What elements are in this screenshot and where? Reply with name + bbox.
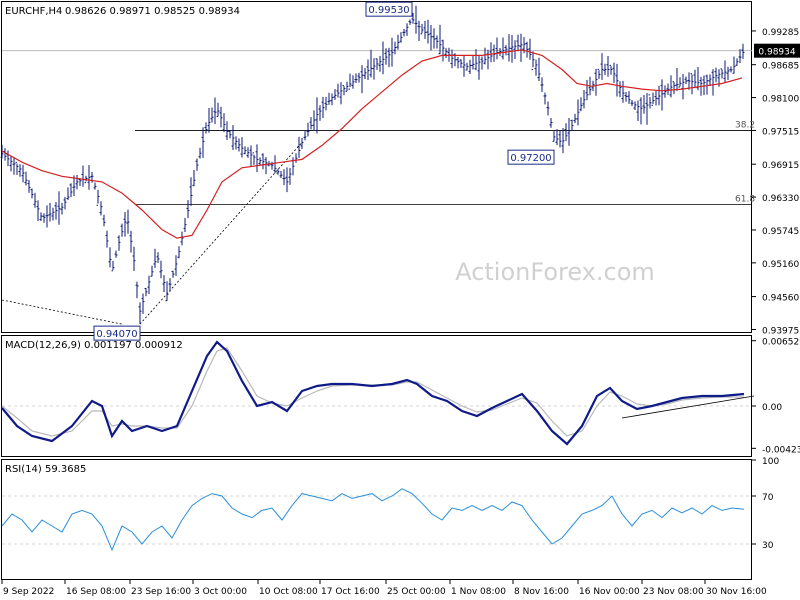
- price-ytick-label: 0.99285: [762, 28, 799, 38]
- price-ytick-label: 0.98685: [762, 62, 799, 72]
- watermark: ActionForex.com: [455, 258, 655, 286]
- x-tick-label: 8 Nov 16:00: [514, 587, 569, 597]
- macd-panel-frame: [1, 335, 752, 457]
- price-ytick-label: 0.96915: [762, 161, 799, 171]
- price-ytick-label: 0.94560: [762, 294, 799, 304]
- x-tick-label: 25 Oct 00:00: [387, 587, 446, 597]
- rsi-layer: [1, 488, 752, 552]
- price-layer: 38.2 61.8 0.99530 0.97200 0.94070: [0, 1, 755, 341]
- price-ytick-label: 0.95160: [762, 260, 799, 270]
- macd-header: MACD(12,26,9) 0.001197 0.000912: [5, 340, 183, 351]
- rsi-ytick-label: 30: [762, 541, 774, 551]
- macd-ytick-label: 0.00: [762, 403, 782, 413]
- rsi-line: [1, 488, 745, 552]
- x-tick-label: 10 Oct 08:00: [259, 587, 318, 597]
- annotation-label-0: 0.99530: [368, 5, 409, 16]
- macd-line: [1, 340, 745, 446]
- rsi-ytick-label: 70: [762, 493, 774, 503]
- fib-level-label-0: 38.2: [735, 120, 755, 130]
- macd-signal-line: [1, 347, 744, 437]
- x-tick-label: 16 Sep 08:00: [66, 587, 126, 597]
- rsi-header: RSI(14) 59.3685: [5, 464, 86, 475]
- symbol-label: EURCHF,H4: [5, 6, 62, 17]
- x-tick-label: 3 Oct 00:00: [194, 587, 247, 597]
- x-tick-label: 16 Nov 00:00: [579, 587, 640, 597]
- x-tick-label: 30 Nov 16:00: [706, 587, 767, 597]
- x-tick-label: 9 Sep 2022: [3, 587, 54, 597]
- macd-ytick-label: -0.004233: [762, 445, 800, 455]
- x-tick-label: 23 Sep 16:00: [131, 587, 191, 597]
- x-tick-label: 23 Nov 08:00: [643, 587, 704, 597]
- price-ytick-label: 0.98100: [762, 95, 799, 105]
- fib-level-label-1: 61.8: [735, 194, 755, 204]
- ohlc-readout: 0.98626 0.98971 0.98525 0.98934: [65, 6, 240, 17]
- chart-canvas: ActionForex.com 38.2 61.8 0.99530 0.97200 0.…: [0, 1, 800, 597]
- rsi-panel-frame: [1, 459, 752, 580]
- price-ytick-label: 0.96330: [762, 194, 799, 204]
- rsi-ytick-label: 100: [762, 457, 779, 467]
- price-ytick-label: 0.95745: [762, 227, 799, 237]
- x-tick-label: 17 Oct 16:00: [321, 587, 380, 597]
- macd-layer: [1, 340, 755, 446]
- price-ytick-label: 0.97515: [762, 127, 799, 137]
- trendline-down: [1, 299, 123, 325]
- annotation-label-2: 0.94070: [96, 329, 137, 340]
- moving-average-line: [1, 49, 743, 239]
- chart-window: ActionForex.com 38.2 61.8 0.99530 0.97200 0.…: [0, 0, 800, 600]
- macd-ytick-label: 0.006529: [762, 338, 800, 348]
- annotation-label-1: 0.97200: [510, 153, 551, 164]
- price-ytick-label: 0.93975: [762, 326, 799, 336]
- close-price-label: 0.98934: [758, 48, 795, 58]
- x-tick-label: 1 Nov 08:00: [451, 587, 506, 597]
